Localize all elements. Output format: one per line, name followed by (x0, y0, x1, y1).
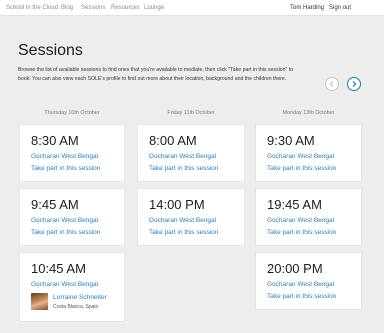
nav-sessions-link[interactable]: Sessions (81, 4, 105, 12)
session-card: 8:00 AM Gocharan West Bengal Take part i… (137, 124, 245, 182)
mediator-location: Costa Blanca, Spain (53, 304, 99, 310)
take-part-link[interactable]: Take part in this session (267, 229, 336, 236)
take-part-link[interactable]: Take part in this session (31, 165, 100, 172)
take-part-link[interactable]: Take part in this session (267, 293, 336, 300)
session-time: 14:00 PM (149, 197, 205, 212)
session-time: 20:00 PM (267, 261, 323, 276)
session-time: 9:45 AM (31, 197, 79, 212)
session-time: 19:45 AM (267, 197, 322, 212)
session-card: 9:45 AM Gocharan West Bengal Take part i… (19, 188, 125, 246)
take-part-link[interactable]: Take part in this session (267, 165, 336, 172)
nav-blog-link[interactable]: Blog (61, 4, 73, 12)
session-location-link[interactable]: Gocharan West Bengal (149, 153, 216, 160)
page-intro: Browse the list of available sessions to… (18, 67, 294, 82)
session-time: 8:30 AM (31, 133, 79, 148)
take-part-link[interactable]: Take part in this session (149, 229, 218, 236)
session-location-link[interactable]: Gocharan West Bengal (31, 153, 98, 160)
mediator-name-link[interactable]: Lorraine Schneiter (53, 294, 107, 301)
session-card: 9:30 AM Gocharan West Bengal Take part i… (255, 124, 362, 182)
nav-resources-link[interactable]: Resources (111, 4, 140, 12)
nav-home-link[interactable]: School in the Cloud (6, 4, 58, 12)
avatar[interactable] (31, 293, 48, 310)
top-nav: School in the Cloud Blog Sessions Resour… (0, 0, 384, 16)
page-title: Sessions (18, 42, 83, 59)
session-card: 20:00 PM Gocharan West Bengal Take part … (255, 252, 362, 310)
next-page-button[interactable] (347, 77, 361, 91)
session-card: 14:00 PM Gocharan West Bengal Take part … (137, 188, 245, 246)
session-card: 19:45 AM Gocharan West Bengal Take part … (255, 188, 362, 246)
session-time: 8:00 AM (149, 133, 197, 148)
sign-out-link[interactable]: Sign out (329, 4, 351, 12)
user-name-link[interactable]: Tom Harding (290, 4, 324, 12)
take-part-link[interactable]: Take part in this session (149, 165, 218, 172)
previous-page-button[interactable] (325, 77, 339, 91)
day-header-friday: Friday 11th October (167, 110, 215, 116)
session-card: 8:30 AM Gocharan West Bengal Take part i… (19, 124, 125, 182)
session-time: 9:30 AM (267, 133, 315, 148)
day-header-thursday: Thursday 10th October (44, 110, 100, 116)
session-location-link[interactable]: Gocharan West Bengal (267, 281, 334, 288)
take-part-link[interactable]: Take part in this session (31, 229, 100, 236)
session-location-link[interactable]: Gocharan West Bengal (31, 217, 98, 224)
session-location-link[interactable]: Gocharan West Bengal (267, 153, 334, 160)
chevron-left-icon (329, 81, 334, 87)
chevron-right-icon (352, 81, 357, 87)
session-location-link[interactable]: Gocharan West Bengal (149, 217, 216, 224)
session-location-link[interactable]: Gocharan West Bengal (267, 217, 334, 224)
session-card-booked: 10:45 AM Gocharan West Bengal Lorraine S… (19, 252, 125, 322)
nav-lounge-link[interactable]: Lounge (144, 4, 164, 12)
day-header-monday: Monday 13th October (282, 110, 335, 116)
session-location-link[interactable]: Gocharan West Bengal (31, 281, 98, 288)
session-time: 10:45 AM (31, 261, 86, 276)
